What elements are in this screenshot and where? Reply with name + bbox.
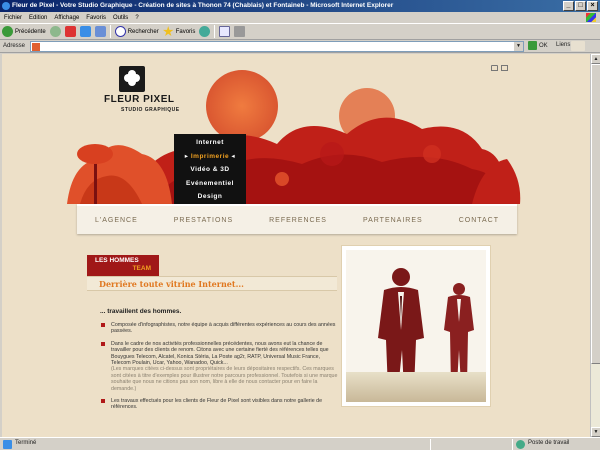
nav-agence[interactable]: L'AGENCE (95, 217, 138, 224)
computer-zone-icon (516, 440, 525, 449)
content-heading: ... travaillent des hommes. (100, 308, 182, 315)
section-tag-title: LES HOMMES (95, 257, 139, 264)
submenu-item-imprimerie[interactable]: Imprimerie (174, 150, 246, 164)
toolbar: Précédente Rechercher Favoris (0, 23, 600, 40)
address-bar: Adresse ▼ OK Liens (0, 40, 600, 53)
flower-logo-icon (119, 66, 145, 92)
menu-bar: Fichier Edition Affichage Favoris Outils… (0, 12, 600, 23)
maximize-button[interactable]: □ (575, 1, 586, 11)
nav-references[interactable]: REFERENCES (269, 217, 327, 224)
forward-button[interactable] (49, 26, 61, 37)
go-arrow-icon (528, 41, 537, 50)
status-divider (430, 439, 431, 450)
print-icon[interactable] (234, 26, 246, 37)
stop-icon[interactable] (64, 26, 76, 37)
list-item-text: Les travaux effectués pour les clients d… (111, 398, 323, 411)
main-content: ... travaillent des hommes. Composée d'i… (100, 308, 338, 417)
status-text: Terminé (15, 440, 37, 446)
history-icon[interactable] (199, 26, 211, 37)
tagline: Derrière toute vitrine Internet... (99, 279, 244, 289)
logo-name: FLEUR PIXEL (104, 94, 175, 105)
page-done-icon (3, 440, 12, 449)
list-item: Dans le cadre de nos activités professio… (100, 341, 338, 392)
section-tag-subtitle: TEAM (132, 265, 151, 272)
forward-arrow-icon (49, 26, 61, 37)
menu-favorites[interactable]: Favoris (86, 15, 106, 21)
close-button[interactable]: × (587, 1, 598, 11)
services-submenu: Internet Imprimerie Vidéo & 3D Evénement… (174, 134, 246, 206)
links-chevron-icon[interactable] (571, 41, 585, 51)
home-icon[interactable] (94, 26, 106, 37)
favorites-button[interactable]: Favoris (162, 26, 196, 37)
menu-tools[interactable]: Outils (113, 15, 128, 21)
go-label: OK (539, 42, 548, 49)
back-arrow-icon (2, 26, 13, 37)
star-icon (162, 26, 174, 37)
minimize-button[interactable]: _ (563, 1, 574, 11)
vertical-scrollbar[interactable]: ▲ ▼ (590, 54, 600, 437)
menu-edit[interactable]: Edition (29, 15, 47, 21)
menu-file[interactable]: Fichier (4, 15, 22, 21)
list-item-text: Dans le cadre de nos activités professio… (111, 340, 329, 367)
status-bar: Terminé Poste de travail (0, 437, 600, 450)
nav-contact[interactable]: CONTACT (459, 217, 499, 224)
team-photo (342, 246, 490, 406)
list-item-note: (Les marques citées ci-dessus sont propr… (111, 366, 338, 392)
window-title: Fleur de Pixel - Votre Studio Graphique … (12, 2, 394, 9)
back-label: Précédente (15, 28, 46, 35)
home-icon[interactable] (491, 65, 498, 71)
refresh-icon[interactable] (79, 26, 91, 37)
page-icon (32, 43, 40, 51)
tagline-banner: Derrière toute vitrine Internet... (87, 276, 337, 291)
window-title-bar[interactable]: Fleur de Pixel - Votre Studio Graphique … (0, 0, 600, 12)
chevron-down-icon[interactable]: ▼ (514, 42, 523, 51)
menu-help[interactable]: ? (135, 15, 138, 21)
ie-icon (2, 2, 10, 10)
scroll-down-icon[interactable]: ▼ (591, 427, 600, 437)
toolbar-separator (214, 25, 216, 38)
logo-subtitle: STUDIO GRAPHIQUE (121, 107, 180, 113)
go-button[interactable]: OK (528, 41, 548, 50)
top-icons (491, 65, 508, 71)
address-label: Adresse (3, 43, 26, 49)
submenu-item-internet[interactable]: Internet (174, 136, 246, 150)
list-item-text: Composée d'infographistes, notre équipe … (111, 322, 336, 335)
nav-prestations[interactable]: PRESTATIONS (174, 217, 233, 224)
favorites-label: Favoris (175, 28, 196, 35)
mail-icon[interactable] (501, 65, 508, 71)
main-nav: L'AGENCE PRESTATIONS REFERENCES PARTENAI… (77, 204, 517, 234)
mail-icon[interactable] (219, 26, 231, 37)
page-viewport: FLEUR PIXEL STUDIO GRAPHIQUE Internet Im… (2, 54, 590, 437)
toolbar-separator (109, 25, 111, 38)
scroll-thumb[interactable] (591, 64, 600, 364)
windows-logo-icon (586, 13, 596, 22)
nav-partenaires[interactable]: PARTENAIRES (363, 217, 423, 224)
status-divider (512, 439, 513, 450)
scroll-up-icon[interactable]: ▲ (591, 54, 600, 64)
address-input[interactable]: ▼ (30, 41, 524, 52)
links-button[interactable]: Liens (556, 42, 570, 48)
header-artwork: FLEUR PIXEL STUDIO GRAPHIQUE Internet Im… (2, 54, 590, 259)
menu-view[interactable]: Affichage (54, 15, 79, 21)
search-button[interactable]: Rechercher (114, 26, 159, 37)
section-tag: LES HOMMES TEAM (87, 255, 159, 276)
submenu-item-video[interactable]: Vidéo & 3D (174, 163, 246, 177)
search-label: Rechercher (127, 28, 159, 35)
back-button[interactable]: Précédente (2, 26, 46, 37)
search-icon (114, 26, 126, 37)
list-item: Les travaux effectués pour les clients d… (100, 398, 338, 411)
submenu-item-design[interactable]: Design (174, 190, 246, 204)
list-item: Composée d'infographistes, notre équipe … (100, 322, 338, 335)
submenu-item-evenementiel[interactable]: Evénementiel (174, 177, 246, 191)
zone-text: Poste de travail (528, 440, 570, 446)
